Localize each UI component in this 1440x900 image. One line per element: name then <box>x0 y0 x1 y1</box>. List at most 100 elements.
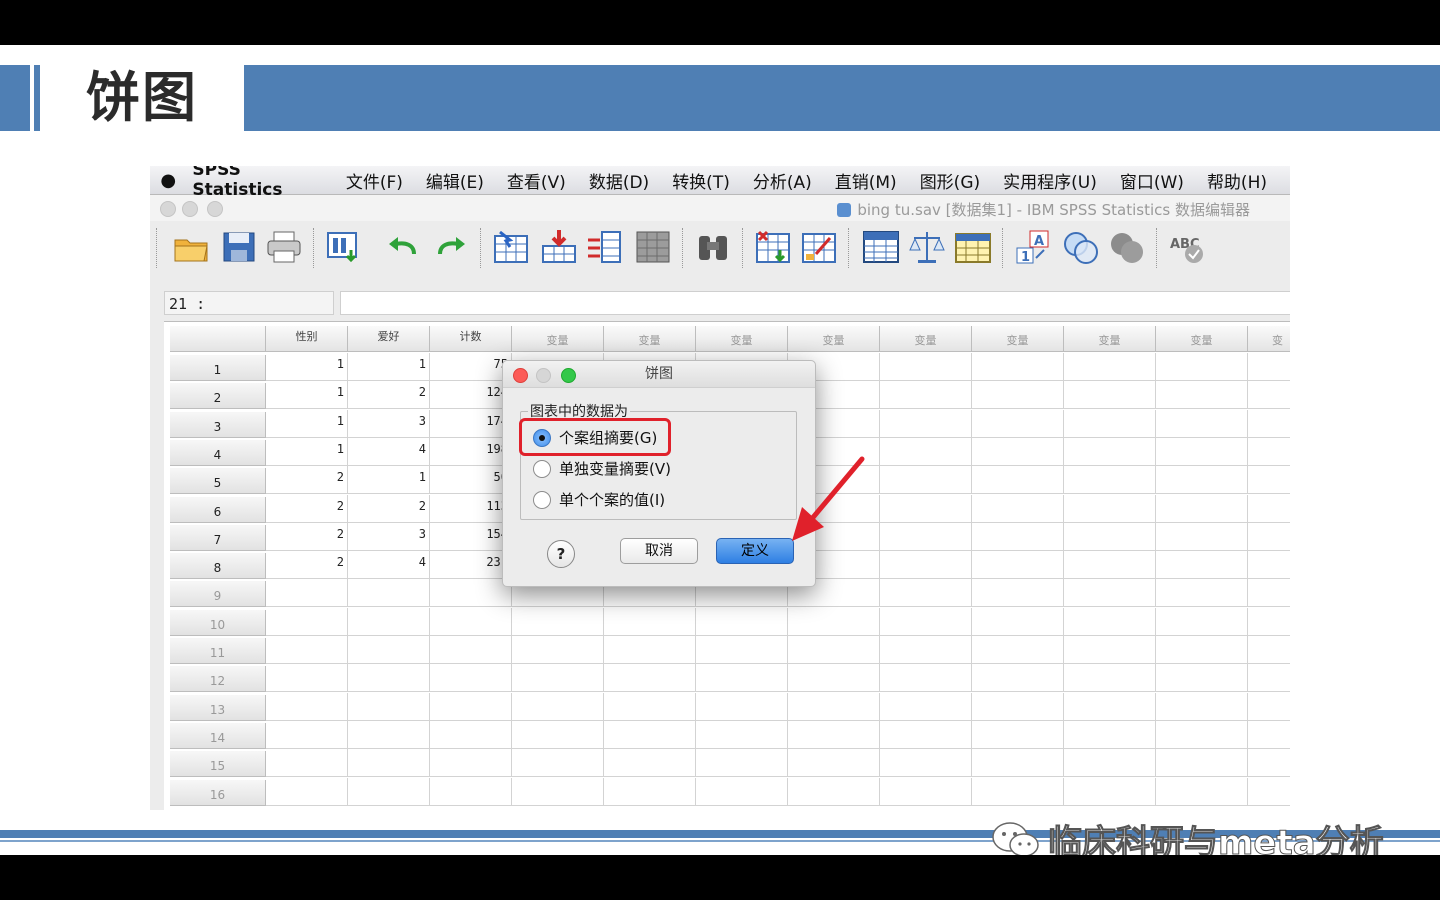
zoom-window-button[interactable] <box>207 201 223 217</box>
cell-reference-box[interactable]: 21 : <box>164 291 334 315</box>
table-cell[interactable] <box>972 494 1064 523</box>
table-cell[interactable]: 50 <box>430 466 512 495</box>
select-cases-icon[interactable] <box>954 228 992 266</box>
table-cell[interactable] <box>1064 664 1156 693</box>
table-cell[interactable] <box>972 381 1064 410</box>
table-cell[interactable] <box>1156 522 1248 551</box>
table-cell[interactable] <box>266 777 348 806</box>
table-cell[interactable] <box>1248 721 1290 749</box>
table-cell[interactable] <box>348 777 430 806</box>
table-cell[interactable] <box>972 777 1064 806</box>
table-cell[interactable]: 2 <box>266 551 348 580</box>
table-cell[interactable] <box>512 636 604 664</box>
find-icon[interactable] <box>694 228 732 266</box>
table-cell[interactable] <box>1156 466 1248 495</box>
table-cell[interactable] <box>1064 409 1156 438</box>
table-cell[interactable] <box>1248 381 1290 410</box>
radio-button[interactable] <box>533 490 551 509</box>
menu-data[interactable]: 数据(D) <box>589 168 649 193</box>
option-values-individual-cases[interactable]: 单个个案的值(I) <box>533 489 665 510</box>
table-cell[interactable] <box>972 664 1064 693</box>
table-cell[interactable] <box>972 466 1064 495</box>
column-header-empty[interactable]: 变量 <box>512 326 604 352</box>
table-cell[interactable]: 3 <box>348 522 430 551</box>
table-cell[interactable] <box>972 607 1064 636</box>
close-window-button[interactable] <box>160 201 176 217</box>
table-cell[interactable] <box>266 636 348 664</box>
menu-utilities[interactable]: 实用程序(U) <box>1003 168 1097 193</box>
table-cell[interactable] <box>880 749 972 778</box>
table-cell[interactable] <box>266 607 348 636</box>
table-cell[interactable] <box>1248 410 1290 438</box>
help-button[interactable]: ? <box>547 540 575 568</box>
table-cell[interactable]: 113 <box>430 494 512 523</box>
table-cell[interactable] <box>880 636 972 664</box>
option-summaries-separate-variables[interactable]: 单独变量摘要(V) <box>533 458 671 479</box>
menu-direct-marketing[interactable]: 直销(M) <box>835 168 897 193</box>
table-cell[interactable] <box>348 636 430 664</box>
row-header[interactable]: 12 <box>170 666 266 693</box>
table-cell[interactable] <box>1248 608 1290 636</box>
table-cell[interactable] <box>1064 551 1156 580</box>
dialog-close-button[interactable] <box>513 368 528 383</box>
show-all-variables-icon[interactable] <box>1108 228 1146 266</box>
menu-window[interactable]: 窗口(W) <box>1120 168 1184 193</box>
table-cell[interactable] <box>1064 777 1156 806</box>
table-cell[interactable] <box>430 664 512 693</box>
save-icon[interactable] <box>220 228 258 266</box>
table-cell[interactable] <box>1156 720 1248 749</box>
table-cell[interactable] <box>880 664 972 693</box>
table-cell[interactable] <box>1156 409 1248 438</box>
table-cell[interactable] <box>1156 551 1248 580</box>
table-cell[interactable]: 1 <box>348 466 430 495</box>
table-cell[interactable] <box>348 607 430 636</box>
table-cell[interactable] <box>1064 437 1156 466</box>
table-cell[interactable]: 174 <box>430 409 512 438</box>
table-cell[interactable] <box>1248 551 1290 580</box>
table-cell[interactable] <box>1064 466 1156 495</box>
table-cell[interactable] <box>972 522 1064 551</box>
table-cell[interactable]: 198 <box>430 437 512 466</box>
table-cell[interactable] <box>1156 636 1248 664</box>
table-cell[interactable]: 2 <box>266 522 348 551</box>
menu-analyze[interactable]: 分析(A) <box>753 168 812 193</box>
table-cell[interactable]: 2 <box>348 381 430 410</box>
column-header-empty[interactable]: 变量 <box>1064 326 1156 352</box>
table-cell[interactable] <box>1156 692 1248 721</box>
table-cell[interactable] <box>1156 607 1248 636</box>
menu-graphs[interactable]: 图形(G) <box>920 168 980 193</box>
table-cell[interactable] <box>1156 494 1248 523</box>
table-cell[interactable] <box>512 749 604 778</box>
table-cell[interactable] <box>788 664 880 693</box>
redo-icon[interactable] <box>432 228 470 266</box>
menu-help[interactable]: 帮助(H) <box>1207 168 1267 193</box>
table-cell[interactable] <box>430 720 512 749</box>
dialog-recall-icon[interactable] <box>325 228 363 266</box>
table-cell[interactable] <box>696 636 788 664</box>
table-cell[interactable] <box>1156 381 1248 410</box>
table-cell[interactable]: 2 <box>266 494 348 523</box>
row-header[interactable]: 13 <box>170 694 266 721</box>
table-cell[interactable] <box>696 777 788 806</box>
row-header[interactable]: 11 <box>170 638 266 664</box>
row-header[interactable]: 1 <box>170 355 266 381</box>
variables-icon[interactable] <box>586 228 624 266</box>
table-cell[interactable] <box>972 692 1064 721</box>
table-cell[interactable] <box>266 692 348 721</box>
table-cell[interactable] <box>788 749 880 778</box>
table-cell[interactable]: 1 <box>266 353 348 381</box>
column-header-empty[interactable]: 变量 <box>1156 326 1248 352</box>
weight-cases-icon[interactable] <box>908 228 946 266</box>
table-cell[interactable] <box>512 607 604 636</box>
table-cell[interactable] <box>266 720 348 749</box>
table-cell[interactable] <box>1248 466 1290 495</box>
goto-variable-icon[interactable] <box>540 228 578 266</box>
insert-variable-icon[interactable] <box>800 228 838 266</box>
insert-cases-icon[interactable] <box>754 228 792 266</box>
table-cell[interactable]: 2 <box>348 494 430 523</box>
table-cell[interactable] <box>788 636 880 664</box>
option-summaries-for-groups[interactable]: 个案组摘要(G) <box>533 427 657 448</box>
value-labels-icon[interactable]: A1 <box>1014 228 1052 266</box>
table-cell[interactable] <box>604 607 696 636</box>
row-header[interactable]: 9 <box>170 581 266 608</box>
